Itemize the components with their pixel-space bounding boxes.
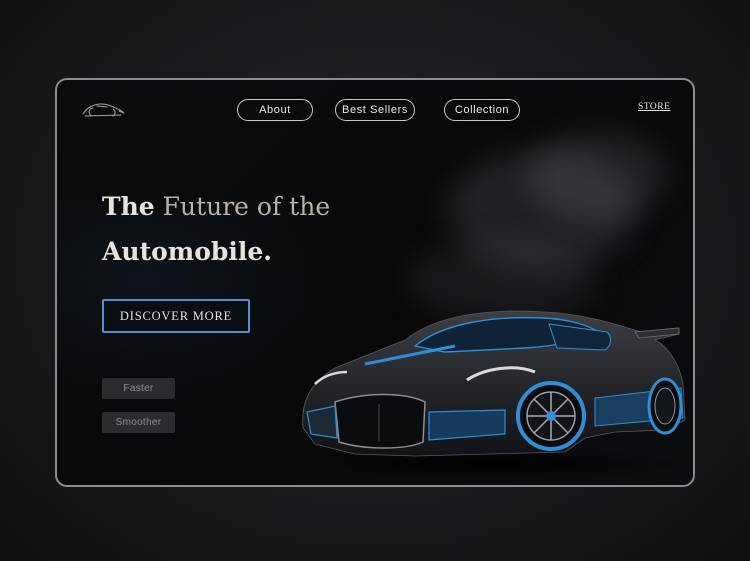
nav-about[interactable]: About [237,99,313,121]
tag-faster[interactable]: Faster [102,378,175,399]
nav-collection[interactable]: Collection [444,99,520,121]
car-intake-left [306,405,338,439]
car-rear-wheel [647,377,683,435]
title-rest: Future of the [162,192,331,221]
hero-card: About Best Sellers Collection STORE The … [55,78,695,487]
tag-smoother[interactable]: Smoother [102,412,175,433]
title-automobile: Automobile. [102,237,273,266]
sports-car-image [300,310,689,480]
car-outline-icon[interactable] [81,98,125,122]
title-word-the: The [102,192,155,221]
hero-title: The Future of the Automobile. [102,184,382,274]
car-spoiler [634,327,680,339]
discover-more-button[interactable]: DISCOVER MORE [102,299,250,333]
smoke-cloud [527,130,667,220]
nav-best-sellers[interactable]: Best Sellers [335,99,415,121]
car-intake-right [428,409,506,441]
car-front-wheel [516,381,586,451]
store-link[interactable]: STORE [638,102,670,112]
